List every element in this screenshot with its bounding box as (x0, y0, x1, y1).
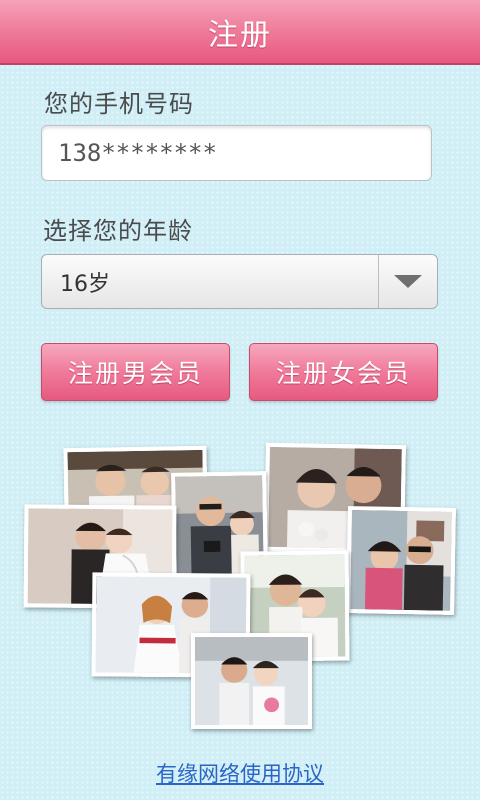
dropdown-arrow-button[interactable] (378, 255, 437, 308)
caret-down-icon (394, 275, 422, 288)
title-bar: 注册 (0, 0, 480, 65)
collage-photo (191, 633, 312, 729)
user-agreement-link[interactable]: 有缘网络使用协议 (0, 758, 480, 788)
register-male-button[interactable]: 注册男会员 (41, 343, 230, 401)
age-dropdown[interactable]: 16岁 (41, 254, 438, 309)
age-selected-value: 16岁 (60, 271, 110, 297)
register-female-button[interactable]: 注册女会员 (249, 343, 438, 401)
collage-photo (346, 506, 456, 615)
phone-input[interactable] (41, 125, 432, 181)
page-title: 注册 (208, 17, 272, 53)
age-label: 选择您的年龄 (43, 217, 193, 245)
phone-label: 您的手机号码 (44, 90, 194, 118)
